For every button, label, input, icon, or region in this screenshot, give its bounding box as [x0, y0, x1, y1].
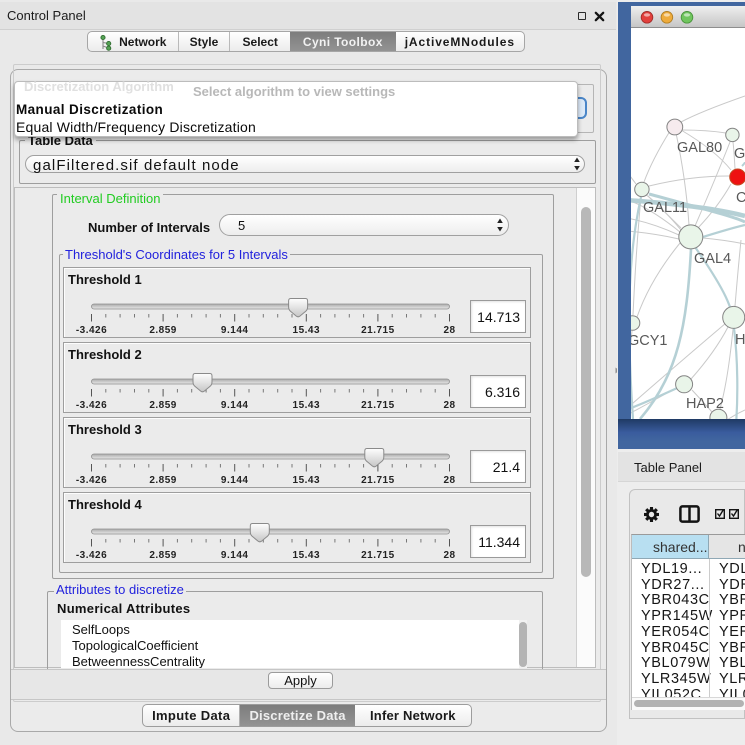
- svg-text:15.43: 15.43: [292, 475, 320, 486]
- svg-text:15.43: 15.43: [292, 325, 320, 336]
- svg-text:HAP2: HAP2: [686, 396, 724, 412]
- svg-text:GAL80: GAL80: [677, 140, 722, 156]
- svg-text:-3.426: -3.426: [75, 475, 106, 486]
- svg-text:15.43: 15.43: [292, 550, 320, 561]
- svg-text:2.859: 2.859: [149, 400, 177, 411]
- svg-text:9.144: 9.144: [220, 400, 248, 411]
- svg-text:2.859: 2.859: [149, 325, 177, 336]
- svg-text:21.715: 21.715: [361, 400, 395, 411]
- svg-text:-3.426: -3.426: [75, 325, 106, 336]
- svg-text:21.715: 21.715: [361, 550, 395, 561]
- svg-text:-3.426: -3.426: [75, 550, 106, 561]
- svg-text:9.144: 9.144: [220, 550, 248, 561]
- svg-text:28: 28: [443, 550, 455, 561]
- svg-text:2.859: 2.859: [149, 550, 177, 561]
- svg-text:GAL4: GAL4: [694, 251, 731, 267]
- svg-text:9.144: 9.144: [220, 325, 248, 336]
- svg-text:28: 28: [443, 400, 455, 411]
- svg-text:GCY1: GCY1: [631, 333, 668, 349]
- svg-text:2.859: 2.859: [149, 475, 177, 486]
- svg-text:15.43: 15.43: [292, 400, 320, 411]
- svg-text:28: 28: [443, 325, 455, 336]
- svg-text:21.715: 21.715: [361, 325, 395, 336]
- svg-text:-3.426: -3.426: [75, 400, 106, 411]
- svg-text:28: 28: [443, 475, 455, 486]
- svg-text:9.144: 9.144: [220, 475, 248, 486]
- svg-text:21.715: 21.715: [361, 475, 395, 486]
- svg-text:GAL11: GAL11: [643, 200, 687, 216]
- svg-text:H: H: [735, 332, 745, 348]
- svg-text:C: C: [736, 190, 745, 206]
- svg-text:GA: GA: [734, 146, 745, 162]
